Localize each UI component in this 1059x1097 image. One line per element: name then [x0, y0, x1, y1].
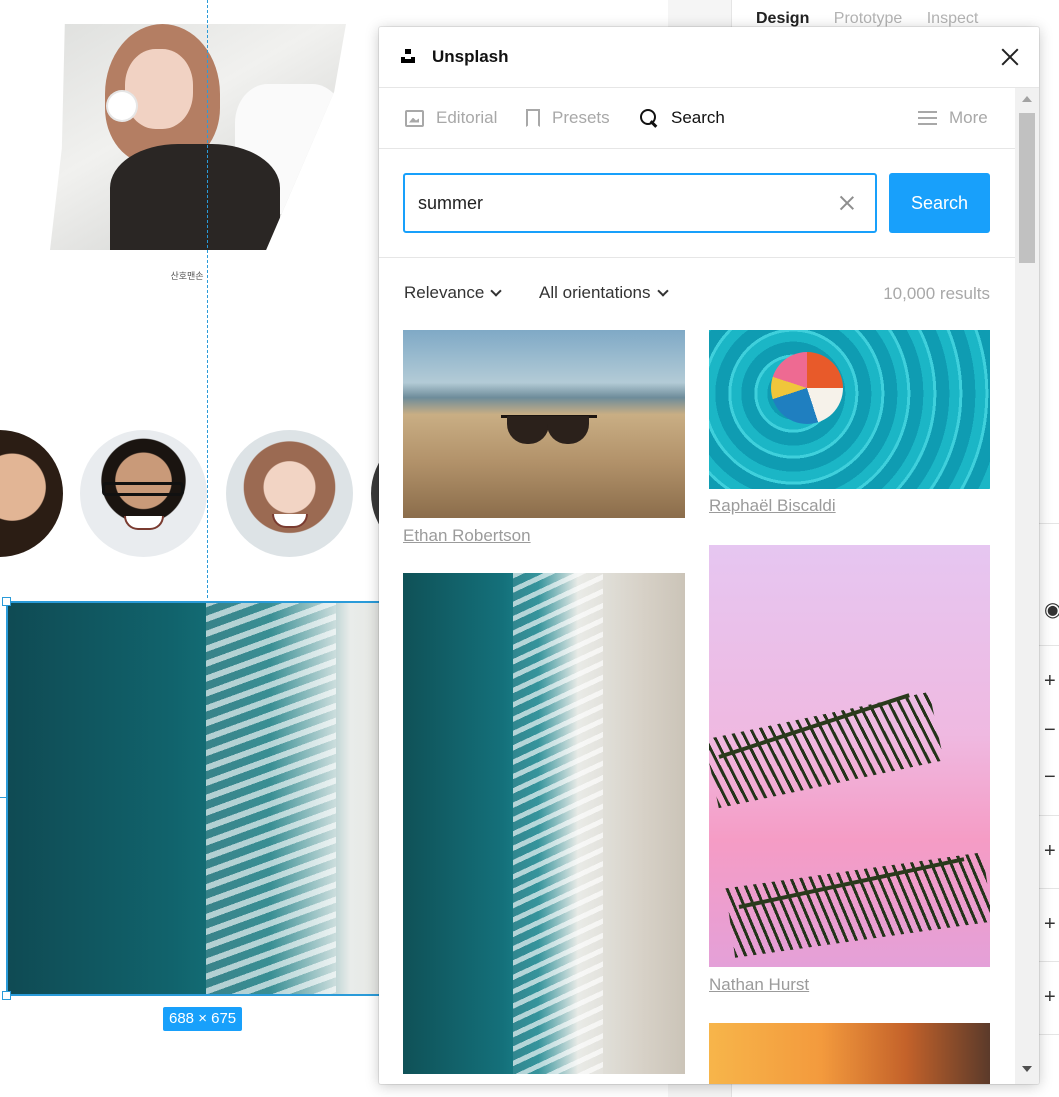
photo-aerial-ocean[interactable]	[403, 573, 685, 1074]
tab-presets[interactable]: Presets	[526, 107, 610, 129]
image-icon	[405, 109, 424, 127]
hamburger-icon	[918, 111, 937, 125]
warped-portrait-image[interactable]	[50, 24, 346, 250]
photo-sunset[interactable]	[709, 1023, 990, 1084]
chevron-down-icon	[490, 284, 502, 297]
vertical-guide	[207, 0, 208, 598]
search-field	[403, 173, 877, 233]
eye-icon[interactable]: ◉	[1044, 600, 1059, 620]
plugin-nav: Editorial Presets Search More	[379, 88, 1015, 149]
face-shape	[125, 49, 193, 129]
plugin-title: Unsplash	[432, 47, 509, 66]
photo-palm-leaves[interactable]	[709, 545, 990, 967]
tab-search-label: Search	[671, 108, 725, 127]
tab-search[interactable]: Search	[640, 107, 725, 129]
sort-label: Relevance	[404, 283, 485, 302]
dress-shape	[110, 144, 280, 250]
bookmark-icon	[526, 109, 540, 127]
tab-design[interactable]: Design	[756, 10, 809, 27]
unsplash-logo-icon	[401, 49, 416, 64]
photo-beach-ball[interactable]	[709, 330, 990, 489]
plus-icon[interactable]: +	[1044, 841, 1056, 861]
scrollbar-thumb[interactable]	[1019, 113, 1035, 263]
wave-foam	[513, 573, 603, 1074]
results-count: 10,000 results	[883, 284, 990, 303]
search-button[interactable]: Search	[889, 173, 990, 233]
smile-shape	[272, 514, 308, 528]
plus-icon[interactable]: +	[1044, 987, 1056, 1007]
photo-credit[interactable]: Nathan Hurst	[709, 975, 809, 995]
clear-icon[interactable]	[838, 194, 856, 212]
photo-credit[interactable]: Raphaël Biscaldi	[709, 496, 836, 516]
orientation-dropdown[interactable]: All orientations	[539, 283, 669, 303]
more-menu-button[interactable]: More	[918, 107, 988, 129]
search-icon	[640, 108, 659, 128]
sort-dropdown[interactable]: Relevance	[404, 283, 502, 303]
avatar-3[interactable]	[226, 430, 353, 557]
smile-shape	[124, 516, 164, 530]
dimension-badge: 688 × 675	[163, 1007, 243, 1031]
search-input[interactable]	[405, 175, 825, 231]
image-caption: 산호맨손	[170, 271, 204, 281]
selection-frame	[6, 601, 379, 996]
search-bar: Search	[379, 149, 1015, 258]
unsplash-plugin-window: Unsplash Editorial Presets Search More S…	[379, 27, 1039, 1084]
plus-icon[interactable]: +	[1044, 671, 1056, 691]
panel-tabs: Design Prototype Inspect	[756, 10, 998, 28]
tab-inspect[interactable]: Inspect	[927, 10, 979, 27]
scroll-down-arrow-icon[interactable]	[1022, 1066, 1032, 1072]
chevron-down-icon	[656, 284, 669, 297]
tab-prototype[interactable]: Prototype	[834, 10, 902, 27]
minus-icon[interactable]: −	[1044, 720, 1056, 740]
close-icon[interactable]	[997, 44, 1023, 70]
tab-editorial-label: Editorial	[436, 108, 498, 127]
filter-bar: Relevance All orientations 10,000 result…	[379, 258, 1015, 328]
tab-presets-label: Presets	[552, 108, 610, 127]
scroll-up-arrow-icon[interactable]	[1022, 96, 1032, 102]
photo-sunglasses[interactable]	[403, 330, 685, 518]
scrollbar[interactable]	[1015, 88, 1039, 1084]
resize-handle-top-left[interactable]	[2, 597, 11, 606]
more-label: More	[949, 108, 988, 127]
orientation-label: All orientations	[539, 283, 651, 302]
resize-handle-bottom-left[interactable]	[2, 991, 11, 1000]
glasses-shape	[102, 482, 184, 496]
beach-ball-shape	[771, 352, 843, 424]
plugin-header: Unsplash	[379, 27, 1039, 88]
flower-shape	[108, 92, 136, 120]
photo-credit[interactable]: Ethan Robertson	[403, 526, 531, 546]
plus-icon[interactable]: +	[1044, 914, 1056, 934]
horizontal-guide	[0, 797, 6, 798]
tab-editorial[interactable]: Editorial	[405, 107, 497, 129]
minus-icon[interactable]: −	[1044, 767, 1056, 787]
avatar-2[interactable]	[80, 430, 207, 557]
avatar-1[interactable]	[0, 430, 63, 557]
